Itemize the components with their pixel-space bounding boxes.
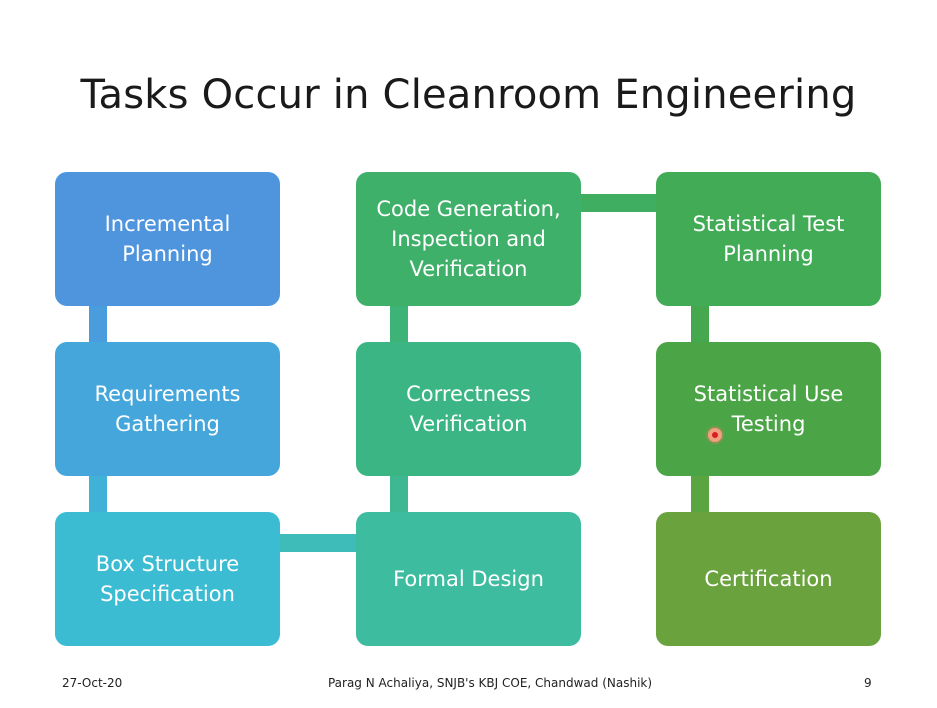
box-incremental-planning: Incremental Planning [55,172,280,306]
box-certification: Certification [656,512,881,646]
box-incremental-planning-label: Incremental Planning [104,212,231,266]
connector-code-generation-to-test-planning [580,194,656,212]
box-correctness-verification: Correctness Verification [356,342,581,476]
footer-date: 27-Oct-20 [62,676,123,690]
box-statistical-test-planning: Statistical Test Planning [656,172,881,306]
box-certification-label: Certification [704,567,833,591]
box-code-generation: Code Generation, Inspection and Verifica… [356,172,581,306]
box-requirements-gathering: Requirements Gathering [55,342,280,476]
box-box-structure-specification: Box Structure Specification [55,512,280,646]
footer-page-number: 9 [864,676,872,690]
box-statistical-use-testing: Statistical Use Testing [656,342,881,476]
connector-box-structure-to-formal-design [280,534,356,552]
slide-title: Tasks Occur in Cleanroom Engineering [80,72,857,118]
connector-use-testing-to-certification [691,474,709,512]
connector-incremental-to-requirements [89,304,107,342]
box-formal-design-label: Formal Design [393,567,544,591]
connector-correctness-to-code-generation [390,304,408,342]
box-formal-design: Formal Design [356,512,581,646]
slide: Tasks Occur in Cleanroom Engineering Inc… [0,0,937,708]
box-statistical-test-planning-label: Statistical Test Planning [692,212,845,266]
connector-formal-design-to-correctness [390,474,408,512]
footer-author: Parag N Achaliya, SNJB's KBJ COE, Chandw… [327,676,653,690]
laser-pointer-icon [708,428,722,442]
connector-test-planning-to-use-testing [691,304,709,342]
box-correctness-verification-label: Correctness Verification [406,382,531,436]
box-requirements-gathering-label: Requirements Gathering [94,382,241,436]
box-code-generation-label: Code Generation, Inspection and Verifica… [376,197,561,281]
connector-requirements-to-box-structure [89,474,107,512]
box-box-structure-specification-label: Box Structure Specification [95,552,240,606]
